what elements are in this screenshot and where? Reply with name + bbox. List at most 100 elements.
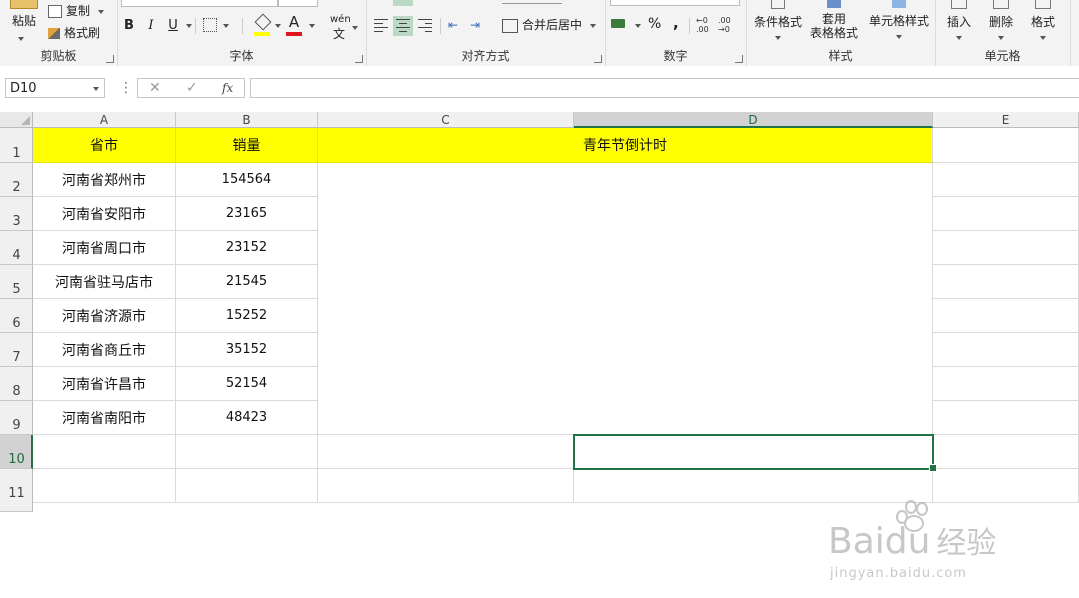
- column-header-c[interactable]: C: [318, 112, 574, 128]
- conditional-format-dropdown-icon[interactable]: [775, 36, 781, 40]
- enter-icon[interactable]: ✓: [186, 79, 198, 97]
- increase-decimal-button[interactable]: ←0.00: [696, 16, 709, 34]
- wrap-text-stub[interactable]: [502, 0, 562, 4]
- cell-e10[interactable]: [933, 435, 1079, 469]
- column-header-a[interactable]: A: [33, 112, 176, 128]
- row-header-7[interactable]: 7: [0, 333, 33, 367]
- column-header-b[interactable]: B: [176, 112, 318, 128]
- cell-a6[interactable]: 河南省济源市: [33, 299, 176, 333]
- cell-a9[interactable]: 河南省南阳市: [33, 401, 176, 435]
- cell-e1[interactable]: [933, 128, 1079, 163]
- cell-b7[interactable]: 35152: [176, 333, 318, 367]
- font-name-input[interactable]: [121, 0, 278, 7]
- cell-b4[interactable]: 23152: [176, 231, 318, 265]
- conditional-format-button[interactable]: 条件格式: [751, 0, 805, 40]
- merge-center-button[interactable]: 合并后居中: [502, 16, 597, 33]
- merged-cell-c2-d9[interactable]: [318, 163, 933, 435]
- cell-a8[interactable]: 河南省许昌市: [33, 367, 176, 401]
- decrease-indent-button[interactable]: ⇤: [446, 16, 466, 36]
- column-header-d[interactable]: D: [574, 112, 933, 128]
- fill-color-button[interactable]: [254, 13, 272, 36]
- bold-button[interactable]: B: [119, 16, 139, 36]
- alignment-launcher-icon[interactable]: [594, 55, 602, 63]
- cell-b2[interactable]: 154564: [176, 163, 318, 197]
- cell-b5[interactable]: 21545: [176, 265, 318, 299]
- phonetic-button[interactable]: wén 文: [330, 14, 351, 42]
- cell-c11[interactable]: [318, 469, 574, 503]
- row-header-3[interactable]: 3: [0, 197, 33, 231]
- cell-e2[interactable]: [933, 163, 1079, 197]
- cell-styles-dropdown-icon[interactable]: [896, 35, 902, 39]
- fill-color-dropdown-icon[interactable]: [275, 24, 281, 28]
- header-cell-sales[interactable]: 销量: [176, 128, 318, 163]
- cell-d11[interactable]: [574, 469, 933, 503]
- italic-button[interactable]: I: [141, 16, 161, 36]
- cell-e6[interactable]: [933, 299, 1079, 333]
- insert-button[interactable]: 插入: [943, 0, 975, 40]
- phonetic-dropdown-icon[interactable]: [352, 26, 358, 30]
- format-button[interactable]: 格式: [1027, 0, 1059, 40]
- insert-dropdown-icon[interactable]: [956, 36, 962, 40]
- borders-button[interactable]: [203, 18, 217, 32]
- header-cell-countdown[interactable]: 青年节倒计时: [318, 128, 933, 163]
- name-box-dropdown-icon[interactable]: [93, 87, 99, 91]
- borders-dropdown-icon[interactable]: [223, 24, 229, 28]
- row-header-11[interactable]: 11: [0, 469, 33, 512]
- cell-a10[interactable]: [33, 435, 176, 469]
- cell-e3[interactable]: [933, 197, 1079, 231]
- format-dropdown-icon[interactable]: [1040, 36, 1046, 40]
- accounting-format-button[interactable]: [611, 16, 629, 34]
- font-launcher-icon[interactable]: [355, 55, 363, 63]
- delete-button[interactable]: 删除: [985, 0, 1017, 40]
- select-all-button[interactable]: [0, 112, 33, 128]
- comma-button[interactable]: ,: [673, 14, 679, 32]
- cell-a11[interactable]: [33, 469, 176, 503]
- cancel-icon[interactable]: ✕: [149, 79, 161, 97]
- cell-b8[interactable]: 52154: [176, 367, 318, 401]
- cell-a5[interactable]: 河南省驻马店市: [33, 265, 176, 299]
- format-as-table-button[interactable]: 套用 表格格式: [806, 0, 862, 40]
- more-options-icon[interactable]: ⋮: [119, 80, 133, 96]
- cell-styles-button[interactable]: 单元格样式: [864, 0, 934, 39]
- row-header-9[interactable]: 9: [0, 401, 33, 435]
- cell-c10[interactable]: [318, 435, 574, 469]
- align-center-button[interactable]: [393, 16, 413, 36]
- row-header-5[interactable]: 5: [0, 265, 33, 299]
- cell-a4[interactable]: 河南省周口市: [33, 231, 176, 265]
- clipboard-launcher-icon[interactable]: [106, 55, 114, 63]
- font-color-button[interactable]: A: [286, 14, 302, 36]
- cell-b11[interactable]: [176, 469, 318, 503]
- align-right-button[interactable]: [415, 16, 435, 36]
- row-header-10[interactable]: 10: [0, 435, 33, 469]
- cell-b10[interactable]: [176, 435, 318, 469]
- increase-indent-button[interactable]: ⇥: [468, 16, 488, 36]
- row-header-6[interactable]: 6: [0, 299, 33, 333]
- paste-button[interactable]: 粘贴: [4, 0, 38, 43]
- cell-b9[interactable]: 48423: [176, 401, 318, 435]
- cell-a3[interactable]: 河南省安阳市: [33, 197, 176, 231]
- align-left-button[interactable]: [371, 16, 391, 36]
- cell-a7[interactable]: 河南省商丘市: [33, 333, 176, 367]
- decrease-decimal-button[interactable]: .00 →0: [718, 16, 731, 34]
- cell-e5[interactable]: [933, 265, 1079, 299]
- cell-e11[interactable]: [933, 469, 1079, 503]
- cell-b3[interactable]: 23165: [176, 197, 318, 231]
- underline-button[interactable]: U: [163, 16, 183, 36]
- row-header-1[interactable]: 1: [0, 128, 33, 163]
- row-header-2[interactable]: 2: [0, 163, 33, 197]
- cell-e9[interactable]: [933, 401, 1079, 435]
- copy-dropdown-icon[interactable]: [98, 9, 105, 14]
- merge-dropdown-icon[interactable]: [590, 23, 597, 28]
- font-color-dropdown-icon[interactable]: [309, 24, 315, 28]
- accounting-dropdown-icon[interactable]: [635, 24, 641, 28]
- name-box[interactable]: D10: [5, 78, 105, 98]
- number-launcher-icon[interactable]: [735, 55, 743, 63]
- format-painter-button[interactable]: 格式刷: [48, 24, 100, 41]
- cell-b6[interactable]: 15252: [176, 299, 318, 333]
- font-size-input[interactable]: [278, 0, 318, 7]
- underline-dropdown-icon[interactable]: [186, 24, 192, 28]
- formula-input[interactable]: [250, 78, 1079, 98]
- percent-button[interactable]: %: [648, 16, 661, 32]
- cell-a2[interactable]: 河南省郑州市: [33, 163, 176, 197]
- row-header-8[interactable]: 8: [0, 367, 33, 401]
